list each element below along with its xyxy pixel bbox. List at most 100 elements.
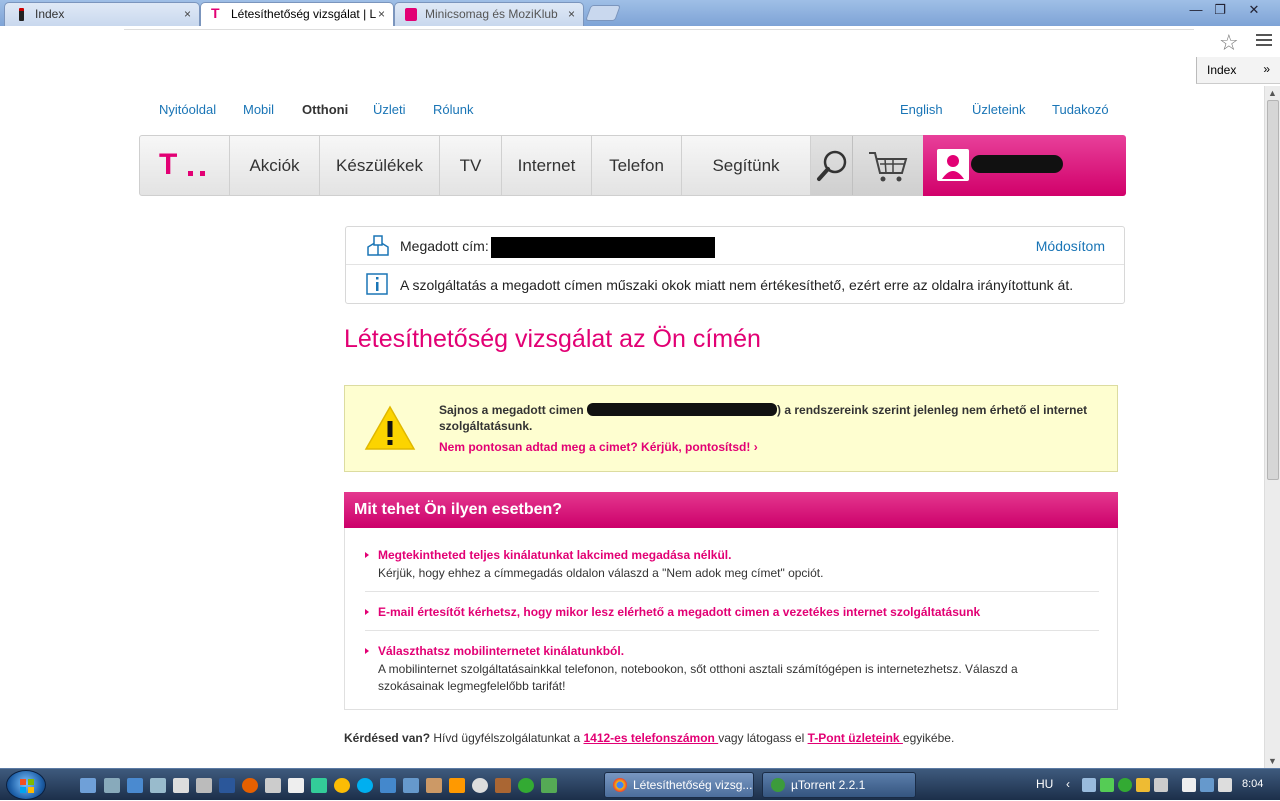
warning-box: Sajnos a megadott cimen ) a rendszereink… [344, 385, 1118, 472]
quicklaunch-ball-icon[interactable] [472, 778, 488, 793]
tab-close-icon[interactable]: × [568, 7, 575, 21]
quicklaunch-desktop-icon[interactable] [127, 778, 143, 793]
quicklaunch-users-icon[interactable] [426, 778, 442, 793]
nav-tv[interactable]: TV [440, 136, 502, 195]
question-text-1: Hívd ügyfélszolgálatunkat a [430, 731, 584, 745]
logo-t: T [159, 148, 178, 181]
tray-warning-icon[interactable] [1136, 778, 1150, 792]
toplink-otthoni[interactable]: Otthoni [302, 102, 348, 117]
option-email-notify-link[interactable]: E-mail értesítőt kérhetsz, hogy mikor le… [378, 605, 980, 619]
question-line: Kérdésed van? Hívd ügyfélszolgálatunkat … [344, 731, 954, 745]
page-title: Létesíthetőség vizsgálat az Ön címén [344, 325, 761, 353]
new-tab-button[interactable] [585, 5, 621, 21]
tray-utorrent-icon[interactable] [1118, 778, 1132, 792]
quicklaunch-window-icon[interactable] [150, 778, 166, 793]
tab-title: Létesíthetőség vizsgálat | L [231, 7, 377, 21]
utorrent-icon [771, 778, 785, 792]
quicklaunch-media-icon[interactable] [311, 778, 327, 793]
correct-address-link[interactable]: Nem pontosan adtad meg a cimet? Kérjük, … [439, 440, 758, 454]
tab-close-icon[interactable]: × [184, 7, 191, 21]
quicklaunch-tool-icon[interactable] [541, 778, 557, 793]
bookmark-star-icon[interactable]: ☆ [1219, 30, 1239, 56]
volume-icon[interactable] [1218, 778, 1232, 792]
tray-expand-arrow-icon[interactable]: ‹ [1066, 777, 1070, 791]
tab-letesithetoseg[interactable]: T Létesíthetőség vizsgálat | L × [200, 2, 394, 26]
option-mobile-internet-desc: A mobilinternet szolgáltatásainkkal tele… [378, 662, 1018, 693]
quicklaunch-chrome-icon[interactable] [334, 778, 350, 793]
toplink-mobil[interactable]: Mobil [243, 102, 274, 117]
quicklaunch-x-icon[interactable] [104, 778, 120, 793]
modify-address-link[interactable]: Módosítom [1036, 238, 1105, 254]
taskbar-utorrent-window[interactable]: µTorrent 2.2.1 [762, 772, 916, 798]
tab-index[interactable]: Index × [4, 2, 200, 26]
quicklaunch-calc-icon[interactable] [265, 778, 281, 793]
address-label: Megadott cím: [400, 238, 489, 254]
language-indicator[interactable]: HU [1036, 777, 1053, 791]
menu-icon[interactable] [1256, 34, 1272, 48]
quicklaunch-game-icon[interactable] [495, 778, 511, 793]
quicklaunch-firefox-icon[interactable] [242, 778, 258, 793]
nav-segitunk[interactable]: Segítünk [682, 136, 811, 195]
tray-display-icon[interactable] [1200, 778, 1214, 792]
telekom-logo[interactable]: T [140, 136, 230, 195]
quicklaunch-s-icon[interactable] [380, 778, 396, 793]
tpont-shops-link[interactable]: T-Pont üzleteink [808, 731, 903, 745]
start-button[interactable] [6, 770, 46, 800]
quicklaunch-save-icon[interactable] [403, 778, 419, 793]
cart-button[interactable] [853, 136, 923, 195]
toplink-english[interactable]: English [900, 102, 943, 117]
minimize-button[interactable]: — [1184, 1, 1208, 19]
tab-minicsomag[interactable]: Minicsomag és MoziKlub × [394, 2, 584, 26]
question-text-3: egyikébe. [902, 731, 955, 745]
tray-green-icon[interactable] [1100, 778, 1114, 792]
index-favicon-icon [19, 8, 24, 21]
tray-network-icon[interactable] [1082, 778, 1096, 792]
tab-close-icon[interactable]: × [378, 7, 385, 21]
quicklaunch-utorrent-icon[interactable] [518, 778, 534, 793]
page-scrollbar[interactable]: ▲ ▼ [1264, 86, 1280, 768]
address-info-text: A szolgáltatás a megadott címen műszaki … [400, 277, 1074, 293]
nav-keszulekek[interactable]: Készülékek [320, 136, 440, 195]
scroll-down-arrow-icon[interactable]: ▼ [1268, 756, 1277, 766]
toplink-tudakozo[interactable]: Tudakozó [1052, 102, 1109, 117]
scroll-thumb[interactable] [1267, 100, 1279, 480]
clock[interactable]: 8:04 [1242, 778, 1263, 790]
cart-icon [869, 152, 908, 182]
close-window-button[interactable]: ✕ [1236, 1, 1272, 19]
quicklaunch-recycle-icon[interactable] [196, 778, 212, 793]
warning-icon [364, 405, 416, 450]
toplink-nyitooldal[interactable]: Nyitóoldal [159, 102, 216, 117]
nav-akciok[interactable]: Akciók [230, 136, 320, 195]
search-icon [817, 150, 847, 181]
user-account-button[interactable] [923, 135, 1126, 196]
tray-device-icon[interactable] [1182, 778, 1196, 792]
redacted-address-inline [587, 403, 778, 416]
main-navigation: T Akciók Készülékek TV Internet Telefon … [139, 135, 1126, 196]
quicklaunch-explorer-icon[interactable] [80, 778, 96, 793]
bookmarks-more-button[interactable]: » [1263, 62, 1270, 76]
redacted-address [491, 237, 715, 258]
toplink-rolunk[interactable]: Rólunk [433, 102, 473, 117]
option-browse-link[interactable]: Megtekintheted teljes kinálatunkat lakci… [378, 548, 731, 562]
quicklaunch-app-icon[interactable] [173, 778, 189, 793]
quicklaunch-paint-icon[interactable] [288, 778, 304, 793]
quicklaunch-player-icon[interactable] [449, 778, 465, 793]
toplink-uzleti[interactable]: Üzleti [373, 102, 406, 117]
question-text-2: vagy látogass el [718, 731, 808, 745]
maximize-button[interactable]: ❐ [1208, 1, 1232, 19]
nav-internet[interactable]: Internet [502, 136, 592, 195]
taskbar-chrome-window[interactable]: Létesíthetőség vizsg... [604, 772, 754, 798]
search-button[interactable] [811, 136, 853, 195]
bookmark-folder-index[interactable]: Index [1207, 63, 1236, 77]
phone-number-link[interactable]: 1412-es telefonszámon [583, 731, 718, 745]
nav-telefon[interactable]: Telefon [592, 136, 682, 195]
bullet-arrow-icon [365, 609, 369, 615]
scroll-up-arrow-icon[interactable]: ▲ [1268, 88, 1277, 98]
divider [365, 630, 1099, 631]
toplink-uzleteink[interactable]: Üzleteink [972, 102, 1025, 117]
correct-address-link-text: Nem pontosan adtad meg a cimet? Kérjük, … [439, 440, 751, 454]
quicklaunch-skype-icon[interactable] [357, 778, 373, 793]
tray-monitor-icon[interactable] [1154, 778, 1168, 792]
quicklaunch-word-icon[interactable] [219, 778, 235, 793]
option-mobile-internet-link[interactable]: Választhatsz mobilinternetet kinálatunkb… [378, 644, 624, 658]
